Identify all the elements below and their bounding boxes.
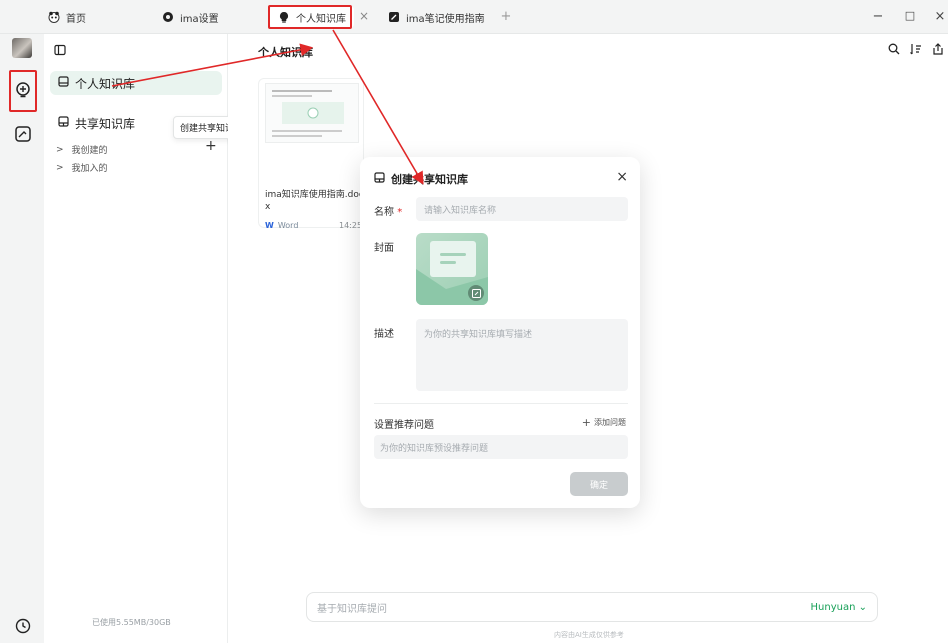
questions-label: 设置推荐问题 [374,420,434,431]
chevron-right-icon: > [56,162,64,173]
description-placeholder: 为你的共享知识库填写描述 [424,330,533,340]
sort-icon [910,43,922,58]
dialog-title: 创建共享知识库 [374,171,468,187]
maximize-button[interactable]: □ [902,9,918,22]
sidebar-item-personal-kb[interactable]: 个人知识库 [50,71,222,95]
storage-usage: 已使用5.55MB/30GB [92,618,171,627]
question-input[interactable]: 为你的知识库预设推荐问题 [374,435,628,459]
search-button[interactable] [886,42,902,58]
note-icon [388,11,400,23]
notes-button[interactable] [12,124,34,146]
icon-rail [0,34,44,643]
close-window-button[interactable]: × [932,9,948,24]
add-question-button[interactable]: + 添加问题 [582,416,626,429]
description-input[interactable]: 为你的共享知识库填写描述 [416,319,628,391]
tab-label: ima笔记使用指南 [406,13,485,25]
upload-button[interactable] [930,42,946,58]
panda-icon [48,11,60,23]
ai-disclaimer: 内容由AI生成仅供参考 [554,631,624,639]
new-tab-button[interactable]: + [498,9,514,24]
gear-icon [162,11,174,23]
kb-icon [58,76,69,90]
word-icon: W [265,221,274,230]
chevron-down-icon: ⌄ [858,601,867,613]
avatar[interactable] [12,38,32,58]
name-input[interactable]: 请输入知识库名称 [416,197,628,221]
model-label: Hunyuan [810,601,856,613]
tab-label: 首页 [66,13,86,25]
document-type-label: Word [277,221,299,230]
page-title: 个人知识库 [258,46,313,59]
document-card[interactable]: ima知识库使用指南.docx W Word 14:25 [258,78,364,230]
create-shared-kb-dialog: 创建共享知识库 × 名称 * 请输入知识库名称 封面 描述 为你的共享知识库填写… [360,157,640,508]
tab-settings[interactable]: ima设置 [162,6,219,28]
sidebar-item-label: 我加入的 [71,164,108,174]
name-placeholder: 请输入知识库名称 [424,205,497,216]
highlight-box [9,70,37,112]
dialog-title-text: 创建共享知识库 [391,173,468,186]
add-shared-kb-button[interactable]: + [205,138,217,154]
document-type: W Word [265,221,298,230]
sidebar-toggle-icon [54,44,66,59]
shared-kb-icon [374,172,385,186]
question-placeholder: 为你的知识库预设推荐问题 [380,443,489,454]
sidebar-item-label: 我创建的 [71,146,108,156]
chevron-right-icon: > [56,144,64,155]
title-bar: 首页 ima设置 个人知识库 × ima笔记使用指南 + − □ × [0,0,948,34]
sidebar-toggle-button[interactable] [54,44,66,59]
ask-input[interactable]: 基于知识库提问 Hunyuan ⌄ [306,592,878,622]
sidebar-item-created[interactable]: > 我创建的 [56,143,108,157]
sidebar-item-label: 个人知识库 [75,76,136,91]
plus-icon: + [581,416,591,429]
minimize-button[interactable]: − [870,9,886,24]
edit-cover-icon[interactable] [468,285,484,301]
confirm-button[interactable]: 确定 [570,472,628,496]
sort-button[interactable] [908,42,924,58]
history-button[interactable] [12,616,34,638]
search-icon [888,43,900,58]
tab-label: ima设置 [180,13,219,25]
document-time: 14:25 [339,221,363,230]
close-icon[interactable]: × [616,169,628,185]
cover-label: 封面 [374,243,394,254]
name-label: 名称 * [374,203,402,218]
tab-note-guide[interactable]: ima笔记使用指南 [388,6,485,28]
highlight-box [268,5,352,29]
clock-icon [15,618,31,637]
tab-home[interactable]: 首页 [48,6,86,28]
required-mark: * [397,207,403,218]
document-thumbnail [265,83,359,143]
shared-kb-icon [58,116,69,130]
note-edit-icon [14,125,32,146]
ask-placeholder: 基于知识库提问 [317,603,387,615]
upload-icon [932,42,944,58]
name-label-text: 名称 [374,207,394,218]
divider [374,403,628,404]
model-select[interactable]: Hunyuan ⌄ [811,602,868,613]
cover-image[interactable] [416,233,488,305]
document-name: ima知识库使用指南.docx [265,190,364,212]
add-question-label: 添加问题 [594,418,626,427]
sidebar-item-label: 共享知识库 [75,116,136,131]
sidebar-item-joined[interactable]: > 我加入的 [56,161,108,175]
tab-close-button[interactable]: × [356,9,372,23]
description-label: 描述 [374,329,394,340]
